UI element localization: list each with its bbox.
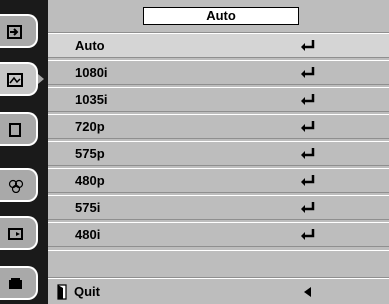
quit-label: Quit <box>74 284 100 299</box>
image-adjust-icon <box>7 73 23 87</box>
sidebar-item-image[interactable] <box>0 62 38 96</box>
menu-item-label: 575i <box>75 200 101 215</box>
input-icon <box>7 25 22 39</box>
enter-icon <box>301 121 315 132</box>
info-icon <box>9 278 22 289</box>
sidebar-item-input[interactable] <box>0 14 38 48</box>
menu-item-label: 1080i <box>75 65 108 80</box>
sidebar <box>0 0 48 304</box>
door-icon <box>57 284 67 300</box>
active-tab-arrow-icon <box>38 74 44 84</box>
menu-item-720p[interactable]: 720p <box>48 114 389 139</box>
menu-header: Auto <box>48 0 389 33</box>
menu-item-label: 575p <box>75 146 105 161</box>
enter-icon <box>301 175 315 186</box>
source-format-menu: Auto Auto 1080i 1035i 720p 575p 480p 575… <box>48 0 389 304</box>
menu-item-1080i[interactable]: 1080i <box>48 60 389 85</box>
sidebar-item-screen[interactable] <box>0 112 38 146</box>
sidebar-item-color[interactable] <box>0 168 38 202</box>
back-arrow-icon <box>304 287 311 297</box>
current-value-box: Auto <box>143 7 299 25</box>
menu-item-label: 720p <box>75 119 105 134</box>
enter-icon <box>301 148 315 159</box>
menu-item-label: Auto <box>75 38 105 53</box>
menu-item-label: 480i <box>75 227 101 242</box>
enter-icon <box>301 229 315 240</box>
enter-icon <box>301 40 315 51</box>
sidebar-item-setting[interactable] <box>0 216 38 250</box>
screen-icon <box>9 123 21 137</box>
menu-item-label: 480p <box>75 173 105 188</box>
menu-item-auto[interactable]: Auto <box>48 33 389 58</box>
menu-item-480i[interactable]: 480i <box>48 222 389 247</box>
enter-icon <box>301 94 315 105</box>
setting-icon <box>8 228 23 240</box>
menu-item-1035i[interactable]: 1035i <box>48 87 389 112</box>
menu-spacer-row <box>48 250 389 278</box>
menu-item-575i[interactable]: 575i <box>48 195 389 220</box>
menu-item-480p[interactable]: 480p <box>48 168 389 193</box>
enter-icon <box>301 202 315 213</box>
color-icon <box>8 179 24 193</box>
menu-item-575p[interactable]: 575p <box>48 141 389 166</box>
enter-icon <box>301 67 315 78</box>
sidebar-item-info[interactable] <box>0 266 38 300</box>
menu-item-label: 1035i <box>75 92 108 107</box>
quit-button[interactable]: Quit <box>48 278 389 304</box>
